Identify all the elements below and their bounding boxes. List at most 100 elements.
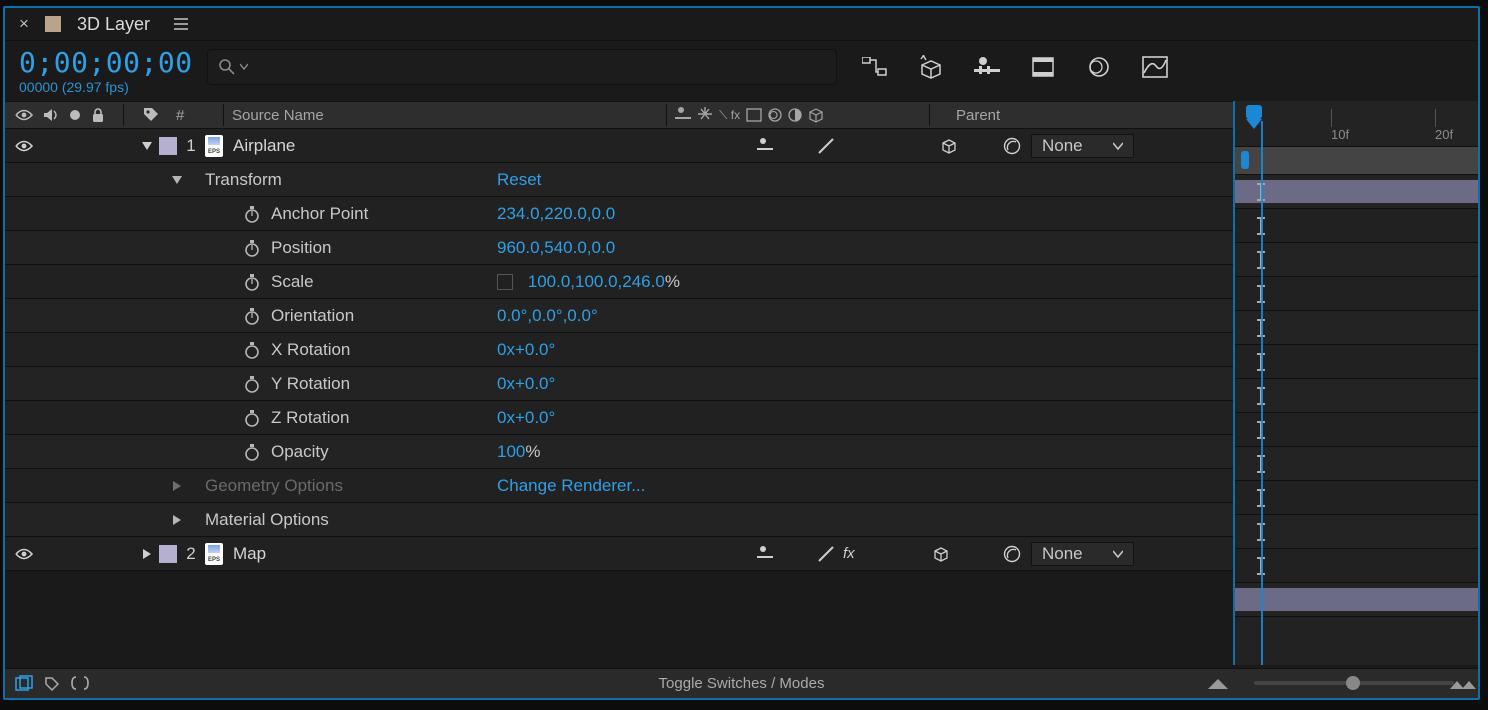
shy-icon[interactable] bbox=[757, 137, 773, 155]
toggle-view-icons[interactable] bbox=[15, 675, 89, 693]
fx-icon[interactable]: fx bbox=[843, 545, 855, 562]
3d-col-icon[interactable] bbox=[808, 107, 824, 123]
render-queue-icon[interactable] bbox=[43, 675, 61, 693]
change-renderer-link[interactable]: Change Renderer... bbox=[497, 476, 645, 495]
tl-layer-2[interactable] bbox=[1235, 583, 1478, 617]
stopwatch-icon[interactable] bbox=[243, 341, 261, 359]
workarea-start-handle[interactable] bbox=[1241, 151, 1251, 171]
star-col-icon[interactable] bbox=[697, 107, 713, 123]
pickwhip-icon[interactable] bbox=[1003, 137, 1021, 155]
prop-value[interactable]: 0x+0.0° bbox=[497, 408, 555, 427]
work-area-bar[interactable] bbox=[1235, 147, 1478, 175]
parent-header[interactable]: Parent bbox=[956, 107, 1000, 124]
braces-icon[interactable] bbox=[71, 675, 89, 693]
chevron-down-icon[interactable] bbox=[240, 63, 248, 71]
fx-col-icon[interactable]: ⟍ fx bbox=[719, 108, 740, 123]
comp-color-swatch[interactable] bbox=[45, 16, 61, 32]
hide-shy-icon[interactable] bbox=[973, 53, 1001, 81]
stopwatch-icon[interactable] bbox=[243, 375, 261, 393]
layer-row-1[interactable]: 1 Airplane bbox=[5, 129, 1233, 163]
twirl-down-icon[interactable] bbox=[171, 174, 183, 186]
time-ruler[interactable]: 10f 20f bbox=[1235, 101, 1478, 147]
stopwatch-icon[interactable] bbox=[243, 273, 261, 291]
twirl-right-icon[interactable] bbox=[141, 548, 153, 560]
graph-editor-icon[interactable] bbox=[1141, 53, 1169, 81]
panel-menu-icon[interactable] bbox=[174, 18, 188, 30]
layer-name[interactable]: Airplane bbox=[233, 136, 295, 156]
in-point-marker[interactable] bbox=[1257, 183, 1265, 201]
search-input[interactable] bbox=[254, 57, 826, 77]
zoom-knob[interactable] bbox=[1346, 676, 1360, 690]
current-time[interactable]: 0;00;00;00 bbox=[19, 49, 193, 77]
zoom-out-icon[interactable] bbox=[1450, 677, 1478, 691]
prop-scale[interactable]: Scale 100.0,100.0,246.0% bbox=[5, 265, 1233, 299]
parent-select[interactable]: None bbox=[1031, 542, 1134, 566]
prop-value[interactable]: 0x+0.0° bbox=[497, 374, 555, 393]
group-transform[interactable]: Transform Reset bbox=[5, 163, 1233, 197]
prop-orientation[interactable]: Orientation 0.0°,0.0°,0.0° bbox=[5, 299, 1233, 333]
twirl-down-icon[interactable] bbox=[141, 140, 153, 152]
comp-flowchart-icon[interactable] bbox=[861, 53, 889, 81]
twirl-right-icon[interactable] bbox=[171, 480, 183, 492]
eye-icon[interactable] bbox=[15, 139, 33, 153]
3d-icon[interactable] bbox=[933, 546, 949, 562]
group-geometry[interactable]: Geometry Options Change Renderer... bbox=[5, 469, 1233, 503]
pickwhip-icon[interactable] bbox=[1003, 545, 1021, 563]
parent-select[interactable]: None bbox=[1031, 134, 1134, 158]
timecode[interactable]: 0;00;00;00 00000 (29.97 fps) bbox=[19, 49, 193, 95]
prop-value[interactable]: 960.0,540.0,0.0 bbox=[497, 238, 615, 257]
lock-icon[interactable] bbox=[91, 107, 105, 123]
search-field[interactable] bbox=[207, 49, 837, 85]
close-icon[interactable]: × bbox=[19, 14, 29, 34]
prop-anchor[interactable]: Anchor Point 234.0,220.0,0.0 bbox=[5, 197, 1233, 231]
stopwatch-icon[interactable] bbox=[243, 239, 261, 257]
label-icon[interactable] bbox=[142, 106, 160, 124]
stopwatch-icon[interactable] bbox=[243, 443, 261, 461]
frameblend-col-icon[interactable] bbox=[746, 108, 762, 122]
layer-name[interactable]: Map bbox=[233, 544, 266, 564]
prop-value[interactable]: 234.0,220.0,0.0 bbox=[497, 204, 615, 223]
layer-bar[interactable] bbox=[1235, 588, 1478, 611]
prop-position[interactable]: Position 960.0,540.0,0.0 bbox=[5, 231, 1233, 265]
layer-bar[interactable] bbox=[1235, 180, 1478, 203]
prop-zrot[interactable]: Z Rotation 0x+0.0° bbox=[5, 401, 1233, 435]
source-header[interactable]: Source Name bbox=[232, 107, 324, 124]
stopwatch-icon[interactable] bbox=[243, 307, 261, 325]
constrain-icon[interactable] bbox=[497, 274, 513, 290]
tab-title[interactable]: 3D Layer bbox=[77, 14, 150, 35]
collapse-icon[interactable] bbox=[817, 545, 835, 563]
prop-value[interactable]: 100.0,100.0,246.0 bbox=[528, 272, 665, 291]
prop-value[interactable]: 100 bbox=[497, 442, 525, 461]
shy-icon[interactable] bbox=[757, 545, 773, 563]
collapse-icon[interactable] bbox=[817, 137, 835, 155]
mblur-col-icon[interactable] bbox=[768, 108, 782, 122]
motion-blur-icon[interactable] bbox=[1085, 53, 1113, 81]
prop-value[interactable]: 0.0°,0.0°,0.0° bbox=[497, 306, 598, 325]
draft3d-icon[interactable] bbox=[917, 53, 945, 81]
layer-label-swatch[interactable] bbox=[159, 545, 177, 563]
frame-blend-icon[interactable] bbox=[1029, 53, 1057, 81]
shy-col-icon[interactable] bbox=[675, 106, 691, 124]
toggle-switches-button[interactable]: Toggle Switches / Modes bbox=[659, 675, 825, 692]
stopwatch-icon[interactable] bbox=[243, 205, 261, 223]
eye-icon[interactable] bbox=[15, 547, 33, 561]
layer-label-swatch[interactable] bbox=[159, 137, 177, 155]
stopwatch-icon[interactable] bbox=[243, 409, 261, 427]
audio-icon[interactable] bbox=[43, 107, 59, 123]
prop-opacity[interactable]: Opacity 100% bbox=[5, 435, 1233, 469]
solo-icon[interactable] bbox=[69, 109, 81, 121]
timeline-area[interactable]: 10f 20f bbox=[1235, 101, 1478, 665]
prop-value[interactable]: 0x+0.0° bbox=[497, 340, 555, 359]
playhead-handle[interactable] bbox=[1243, 105, 1265, 123]
layer-row-2[interactable]: 2 Map fx bbox=[5, 537, 1233, 571]
3d-icon[interactable] bbox=[941, 138, 957, 154]
adjust-col-icon[interactable] bbox=[788, 108, 802, 122]
group-material[interactable]: Material Options bbox=[5, 503, 1233, 537]
prop-xrot[interactable]: X Rotation 0x+0.0° bbox=[5, 333, 1233, 367]
frames-icon[interactable] bbox=[15, 675, 33, 693]
reset-link[interactable]: Reset bbox=[497, 170, 541, 189]
zoom-in-icon[interactable] bbox=[1208, 677, 1228, 691]
prop-yrot[interactable]: Y Rotation 0x+0.0° bbox=[5, 367, 1233, 401]
twirl-right-icon[interactable] bbox=[171, 514, 183, 526]
eye-icon[interactable] bbox=[15, 108, 33, 122]
